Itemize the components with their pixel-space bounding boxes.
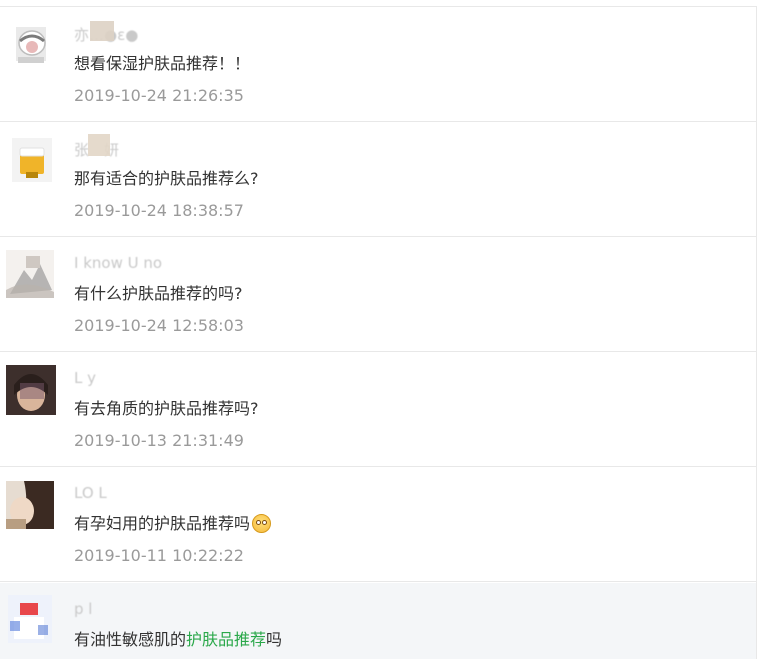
avatar[interactable] (12, 138, 52, 182)
comment-item: I know U no 有什么护肤品推荐的吗? 2019-10-24 12:58… (0, 237, 756, 352)
avatar[interactable] (6, 250, 54, 298)
author-mask (88, 134, 110, 156)
comment-item: 张 妍 那有适合的护肤品推荐么? 2019-10-24 18:38:57 (0, 122, 756, 237)
comment-text: 有去角质的护肤品推荐吗? (74, 399, 259, 418)
flushed-face-emoji-icon (252, 514, 272, 533)
comment-timestamp: 2019-10-24 21:26:35 (74, 86, 244, 105)
comment-text-suffix: 吗 (266, 630, 283, 649)
comment-timestamp: 2019-10-13 21:31:49 (74, 431, 244, 450)
comment-timestamp: 2019-10-24 12:58:03 (74, 316, 244, 335)
avatar[interactable] (6, 365, 56, 415)
comment-text-prefix: 有油性敏感肌的 (74, 630, 187, 649)
comment-text: 有油性敏感肌的护肤品推荐吗 (74, 626, 282, 650)
comment-item: LO L 有孕妇用的护肤品推荐吗 2019-10-11 10:22:22 (0, 467, 756, 582)
avatar[interactable] (8, 595, 52, 643)
comment-item: 亦…●ε● 想看保湿护肤品推荐！！ 2019-10-24 21:26:35 (0, 7, 756, 122)
skincare-recommendation-link[interactable]: 护肤品推荐 (186, 630, 266, 649)
avatar[interactable] (12, 23, 52, 67)
comment-item: L y 有去角质的护肤品推荐吗? 2019-10-13 21:31:49 (0, 352, 756, 467)
comment-text-body: 有孕妇用的护肤品推荐吗 (74, 514, 251, 533)
comment-timestamp: 2019-10-11 10:22:22 (74, 546, 244, 565)
comment-text: 有孕妇用的护肤品推荐吗 (74, 510, 272, 534)
comment-author[interactable]: LO L (74, 484, 107, 502)
avatar[interactable] (6, 481, 54, 529)
comment-text: 那有适合的护肤品推荐么? (74, 169, 259, 188)
comment-author[interactable]: p l (74, 600, 92, 618)
author-mask (90, 21, 114, 41)
comment-item: p l 有油性敏感肌的护肤品推荐吗 (0, 583, 756, 659)
comment-text: 想看保湿护肤品推荐！！ (74, 54, 251, 73)
comment-author[interactable]: L y (74, 369, 96, 387)
comment-text: 有什么护肤品推荐的吗? (74, 284, 243, 303)
comment-author[interactable]: I know U no (74, 254, 162, 272)
comment-timestamp: 2019-10-24 18:38:57 (74, 201, 244, 220)
